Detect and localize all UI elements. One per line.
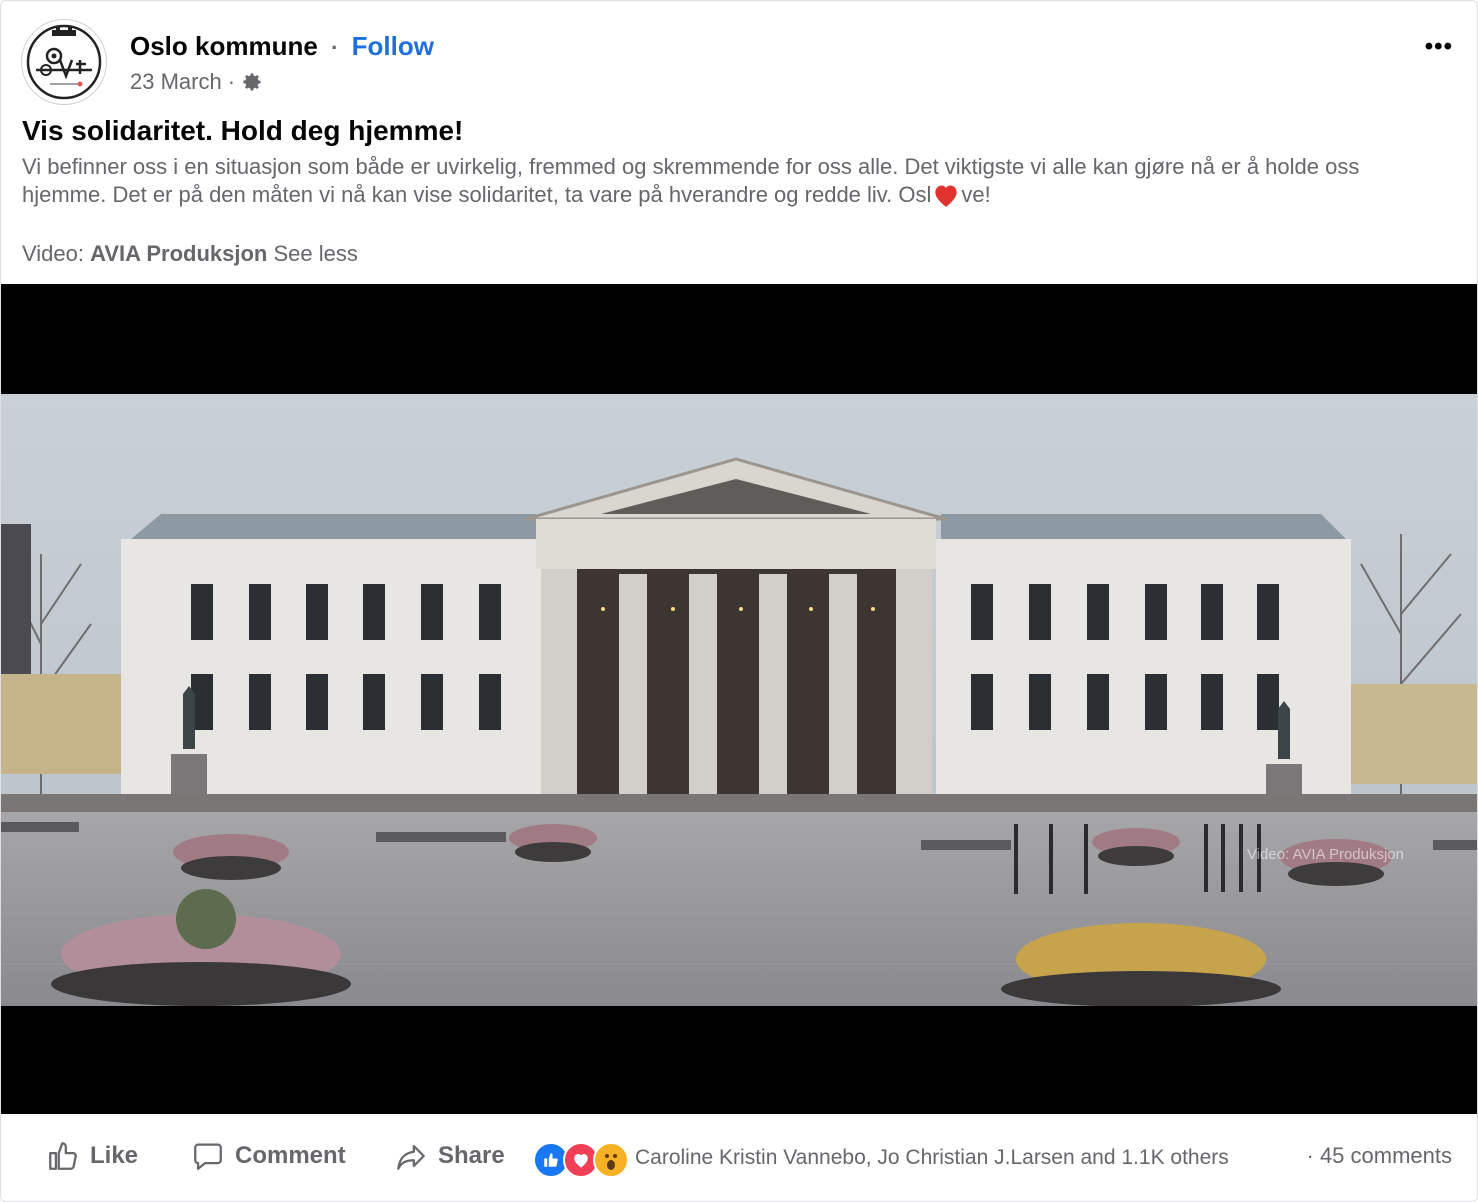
comments-separator: · — [1306, 1143, 1314, 1168]
gear-icon — [243, 73, 261, 91]
video-controls[interactable] — [1, 1034, 1477, 1114]
video-credit: Video: AVIA Produksjon See less — [22, 241, 358, 267]
comment-label: Comment — [235, 1142, 346, 1169]
wow-reaction-icon — [593, 1142, 629, 1178]
heart-emoji-icon — [935, 185, 958, 207]
reactions-text[interactable]: Caroline Kristin Vannebo, Jo Christian J… — [635, 1146, 1229, 1170]
comments-count[interactable]: · 45 comments — [1306, 1143, 1452, 1169]
share-button[interactable]: Share — [394, 1139, 505, 1173]
credit-name[interactable]: AVIA Produksjon — [90, 241, 267, 266]
post-body-end: ve! — [961, 182, 991, 207]
reactions-summary[interactable] — [533, 1142, 629, 1178]
page-name-row: Oslo kommune · Follow — [130, 31, 434, 62]
post-body: Vi befinner oss i en situasjon som både … — [22, 153, 1442, 209]
see-less-link[interactable]: See less — [273, 241, 357, 266]
separator: · — [331, 35, 339, 60]
like-label: Like — [90, 1142, 139, 1169]
video-watermark: Video: AVIA Produksjon — [1246, 846, 1404, 863]
comment-button[interactable]: Comment — [191, 1139, 346, 1173]
follow-button[interactable]: Follow — [352, 31, 434, 61]
post-date[interactable]: 23 March — [130, 69, 222, 95]
more-options-button[interactable]: ••• — [1425, 33, 1453, 61]
share-icon — [397, 1144, 425, 1170]
like-button[interactable]: Like — [46, 1139, 138, 1173]
page-avatar[interactable] — [21, 19, 107, 105]
page-name[interactable]: Oslo kommune — [130, 31, 318, 61]
post-meta: 23 March · — [130, 69, 263, 95]
post-body-text: Vi befinner oss i en situasjon som både … — [22, 154, 1360, 207]
like-icon — [49, 1142, 77, 1170]
video-player[interactable]: Video: AVIA Produksjon — [1, 284, 1478, 1114]
post-title: Vis solidaritet. Hold deg hjemme! — [22, 115, 464, 146]
oslo-logo-icon — [26, 24, 102, 100]
meta-separator: · — [227, 69, 236, 94]
share-label: Share — [438, 1142, 505, 1169]
video-frame[interactable] — [1, 394, 1478, 1006]
comment-icon — [194, 1143, 222, 1170]
post-card: Oslo kommune · Follow 23 March · ••• Vis… — [0, 0, 1478, 1202]
post-footer: Like Comment Share Caroline Kristin Vann… — [1, 1114, 1477, 1201]
comments-count-label[interactable]: 45 comments — [1320, 1143, 1452, 1168]
credit-prefix: Video: — [22, 241, 84, 266]
post-header: Oslo kommune · Follow 23 March · ••• — [21, 19, 1457, 105]
